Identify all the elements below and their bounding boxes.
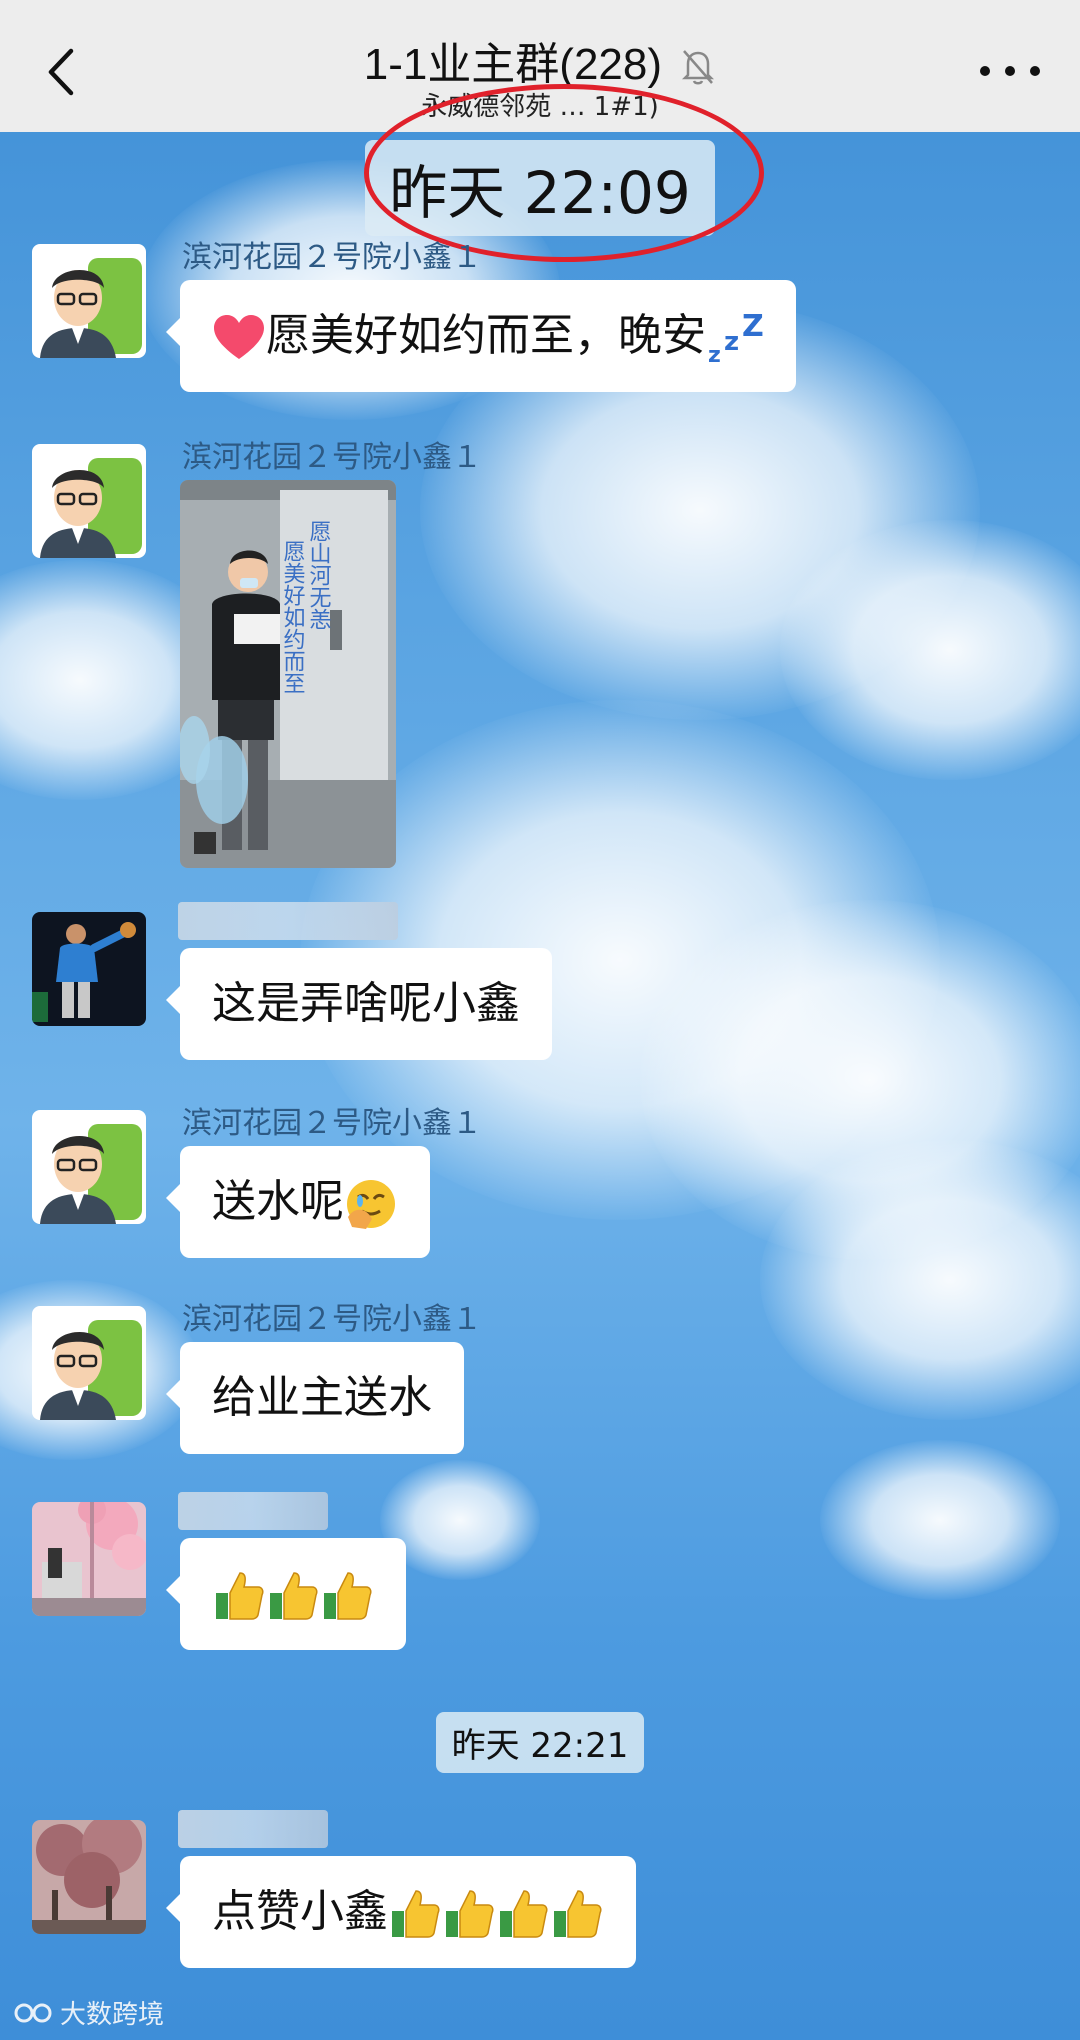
thumbs-up-icon [392, 1890, 440, 1938]
thumbs-up-icon [216, 1572, 264, 1620]
avatar[interactable] [32, 1820, 146, 1934]
cartoon-avatar-icon [32, 1306, 146, 1420]
svg-text:z: z [708, 343, 721, 366]
message-text: 给业主送水 [212, 1372, 432, 1423]
message-bubble[interactable]: 点赞小鑫 [166, 1856, 636, 1968]
heart-icon [214, 315, 264, 359]
group-name: 1-1业主群(228) [363, 40, 663, 89]
svg-text:z: z [724, 327, 739, 357]
blurred-sender-name [178, 1810, 328, 1848]
message-bubble[interactable]: 愿美好如约而至，晚安 z z Z [166, 280, 796, 392]
watermark-text: 大数跨境 [60, 2000, 165, 2030]
message-text: 送水呢 [212, 1176, 344, 1227]
sender-name: 滨河花园２号院小鑫１ [182, 240, 482, 275]
blurred-sender-name [178, 902, 398, 940]
thumbs-up-icon [554, 1890, 602, 1938]
avatar[interactable] [32, 244, 146, 358]
avatar[interactable] [32, 912, 146, 1026]
blurred-sender-name [178, 1492, 328, 1530]
sender-name: 滨河花园２号院小鑫１ [182, 1302, 482, 1337]
more-dot [1030, 66, 1040, 76]
avatar[interactable] [32, 1110, 146, 1224]
timestamp: 昨天 22:21 [0, 1712, 1080, 1773]
more-dots-icon [980, 66, 990, 76]
watermark-logo-icon [14, 2003, 52, 2022]
chat-title[interactable]: 1-1业主群(228) [0, 28, 1080, 92]
message-text: 这是弄啥呢小鑫 [212, 978, 520, 1029]
sleeping-zzz-icon: z z Z [708, 310, 764, 366]
blossom-tree-avatar-icon [32, 1820, 146, 1934]
facepalm-emoji-icon [347, 1180, 395, 1229]
sender-name: 滨河花园２号院小鑫１ [182, 440, 482, 475]
message-bubble[interactable]: 这是弄啥呢小鑫 [166, 948, 552, 1060]
cartoon-avatar-icon [32, 444, 146, 558]
thumbs-up-icon [270, 1572, 318, 1620]
message-bubble[interactable]: 送水呢 [166, 1146, 430, 1258]
thumbs-up-icon [324, 1572, 372, 1620]
svg-text:Z: Z [742, 310, 764, 344]
thumbs-up-icon [446, 1890, 494, 1938]
cartoon-avatar-icon [32, 244, 146, 358]
svg-text:愿美好如约而至: 愿美好如约而至 [280, 540, 306, 694]
message-text: 点赞小鑫 [212, 1886, 388, 1937]
cartoon-avatar-icon [32, 1110, 146, 1224]
person-photo-avatar-icon [32, 912, 146, 1026]
thumbs-up-icon [500, 1890, 548, 1938]
more-dot [1005, 66, 1015, 76]
message-bubble[interactable] [166, 1538, 406, 1650]
sender-name: 滨河花园２号院小鑫１ [182, 1106, 482, 1141]
avatar[interactable] [32, 1502, 146, 1616]
avatar[interactable] [32, 1306, 146, 1420]
svg-text:愿山河无恙: 愿山河无恙 [306, 520, 332, 630]
watermark: 大数跨境 [14, 1994, 164, 2031]
bell-slash-icon [682, 50, 715, 85]
timestamp-label: 昨天 22:21 [435, 1712, 645, 1773]
photo-water-delivery-icon: 愿山河无恙 愿美好如约而至 [180, 480, 396, 868]
message-bubble[interactable]: 给业主送水 [166, 1342, 464, 1454]
message-image[interactable]: 愿山河无恙 愿美好如约而至 [180, 480, 396, 868]
message-text: 愿美好如约而至，晚安 [266, 310, 706, 361]
avatar[interactable] [32, 444, 146, 558]
cherry-blossom-avatar-icon [32, 1502, 146, 1616]
more-options-button[interactable] [980, 56, 1040, 86]
